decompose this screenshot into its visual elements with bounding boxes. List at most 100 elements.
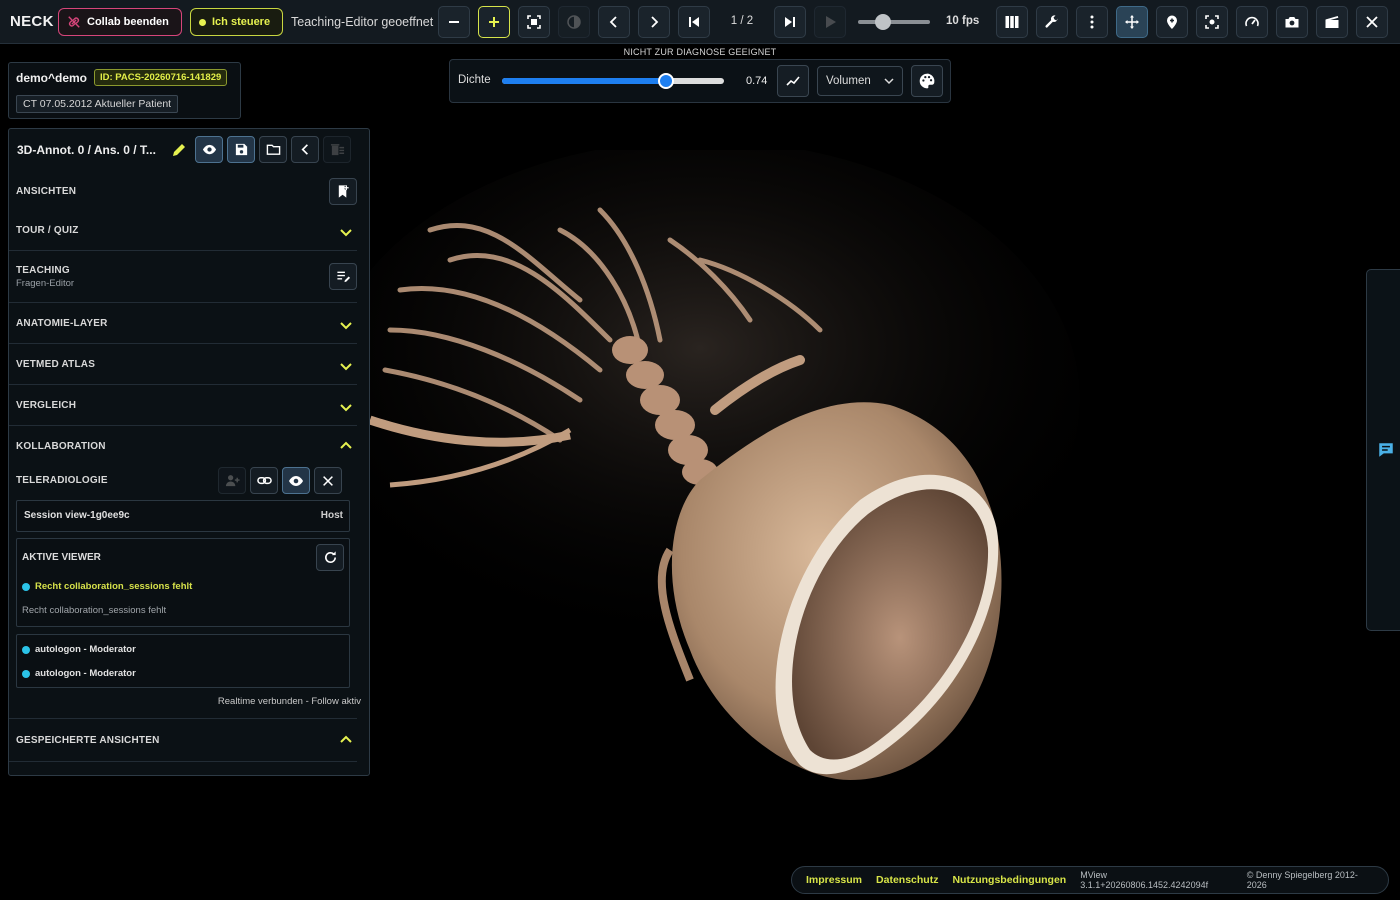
save-button[interactable]	[227, 136, 255, 163]
last-frame-button[interactable]	[774, 6, 806, 38]
palette-icon	[919, 73, 935, 89]
section-vergleich-title: VERGLEICH	[16, 400, 77, 411]
contrast-button[interactable]	[558, 6, 590, 38]
zoom-in-button[interactable]	[478, 6, 510, 38]
color-palette-button[interactable]	[911, 65, 943, 97]
layout-button[interactable]	[996, 6, 1028, 38]
open-folder-button[interactable]	[259, 136, 287, 163]
end-collab-button[interactable]: Collab beenden	[58, 8, 182, 36]
control-dot-icon	[199, 18, 206, 26]
camera-icon	[1285, 17, 1299, 28]
chevron-up-icon	[340, 441, 352, 449]
more-button[interactable]	[1076, 6, 1108, 38]
status-dot-icon	[22, 582, 30, 591]
close-button[interactable]	[1356, 6, 1388, 38]
density-control: Dichte 0.74 Volumen	[449, 59, 951, 103]
section-kollaboration[interactable]: KOLLABORATION	[9, 426, 357, 462]
patient-name: demo^demo	[16, 71, 88, 85]
add-marker-button[interactable]	[1156, 6, 1188, 38]
section-ansichten: ANSICHTEN	[9, 171, 357, 212]
patient-card: demo^demo ID: PACS-20260716-141829 CT 07…	[8, 62, 241, 119]
section-vetmed[interactable]: VETMED ATLAS	[9, 344, 357, 385]
folder-icon	[266, 144, 280, 155]
section-teaching: TEACHING Fragen-Editor	[9, 251, 357, 303]
section-ansichten-title: ANSICHTEN	[16, 186, 77, 197]
footer: Impressum Datenschutz Nutzungsbedingunge…	[791, 866, 1389, 894]
section-anatomie[interactable]: ANATOMIE-LAYER	[9, 303, 357, 344]
density-slider[interactable]	[502, 73, 724, 89]
teleradiology-title: TELERADIOLOGIE	[16, 475, 108, 486]
movie-button[interactable]	[1316, 6, 1348, 38]
chat-panel-tab[interactable]	[1366, 269, 1400, 631]
density-slider-knob[interactable]	[658, 73, 675, 89]
section-gespeichert[interactable]: GESPEICHERTE ANSICHTEN	[9, 718, 357, 762]
first-frame-button[interactable]	[678, 6, 710, 38]
speed-slider-knob[interactable]	[875, 14, 892, 30]
datenschutz-link[interactable]: Datenschutz	[876, 874, 938, 886]
map-marker-plus-icon	[1167, 15, 1177, 29]
focus-button[interactable]	[1196, 6, 1228, 38]
section-vergleich[interactable]: VERGLEICH	[9, 385, 357, 426]
eye-icon	[289, 475, 303, 486]
end-session-button[interactable]	[314, 467, 342, 494]
viewer-permission-note: Recht collaboration_sessions fehlt	[22, 605, 167, 616]
section-gespeichert-title: GESPEICHERTE ANSICHTEN	[16, 735, 160, 746]
user-add-icon	[225, 475, 240, 487]
refresh-viewers-button[interactable]	[316, 544, 344, 571]
user-row: autologon - Moderator	[22, 644, 136, 655]
section-teaching-subtitle: Fragen-Editor	[16, 278, 75, 289]
user-row: autologon - Moderator	[22, 668, 136, 679]
eye-icon	[202, 144, 216, 155]
active-viewers-title: AKTIVE VIEWER	[22, 552, 101, 563]
fit-view-button[interactable]	[518, 6, 550, 38]
save-icon	[235, 143, 247, 156]
next-button[interactable]	[638, 6, 670, 38]
link-icon	[256, 476, 272, 485]
density-label: Dichte	[458, 74, 491, 86]
online-dot-icon	[22, 645, 30, 654]
users-box: autologon - Moderator autologon - Modera…	[16, 634, 350, 688]
speedometer-icon	[1245, 16, 1259, 27]
link-off-icon	[68, 16, 80, 28]
control-status-button[interactable]: Ich steuere	[190, 8, 283, 36]
study-badge[interactable]: CT 07.05.2012 Aktueller Patient	[16, 95, 179, 113]
tools-button[interactable]	[1036, 6, 1068, 38]
chat-icon	[1379, 443, 1393, 457]
close-icon	[1366, 16, 1378, 28]
volume-render-viewport[interactable]	[370, 150, 1090, 800]
nutzungsbedingungen-link[interactable]: Nutzungsbedingungen	[952, 874, 1066, 886]
follow-view-button[interactable]	[282, 467, 310, 494]
patient-id-badge: ID: PACS-20260716-141829	[94, 69, 228, 86]
chevron-left-icon	[609, 16, 617, 28]
density-value: 0.74	[746, 75, 768, 87]
question-editor-button[interactable]	[329, 263, 357, 290]
impressum-link[interactable]: Impressum	[806, 874, 862, 886]
session-box: Session view-1g0ee9c Host	[16, 500, 350, 532]
transfer-curve-button[interactable]	[777, 65, 809, 97]
annotation-panel: 3D-Annot. 0 / Ans. 0 / T... ANSICHTEN TO…	[8, 128, 370, 776]
visibility-button[interactable]	[195, 136, 223, 163]
screenshot-button[interactable]	[1276, 6, 1308, 38]
invite-user-button[interactable]	[218, 467, 246, 494]
pan-tool-button[interactable]	[1116, 6, 1148, 38]
viewer-warning-text: Recht collaboration_sessions fehlt	[35, 581, 193, 592]
render-mode-value: Volumen	[826, 75, 871, 87]
add-view-button[interactable]	[329, 178, 357, 205]
zoom-out-button[interactable]	[438, 6, 470, 38]
section-teaching-title: TEACHING	[16, 265, 70, 276]
wrench-icon	[1045, 15, 1058, 28]
delete-button[interactable]	[323, 136, 351, 163]
previous-button[interactable]	[598, 6, 630, 38]
play-button[interactable]	[814, 6, 846, 38]
speed-slider[interactable]	[858, 14, 930, 30]
contrast-icon	[567, 15, 581, 29]
render-mode-select[interactable]: Volumen	[817, 66, 903, 96]
user-name: autologon - Moderator	[35, 644, 136, 655]
collapse-panel-button[interactable]	[291, 136, 319, 163]
pencil-icon[interactable]	[171, 142, 187, 158]
chevron-down-icon	[340, 363, 352, 371]
copy-link-button[interactable]	[250, 467, 278, 494]
section-tour[interactable]: TOUR / QUIZ	[9, 212, 357, 251]
performance-button[interactable]	[1236, 6, 1268, 38]
section-tour-title: TOUR / QUIZ	[16, 225, 79, 236]
